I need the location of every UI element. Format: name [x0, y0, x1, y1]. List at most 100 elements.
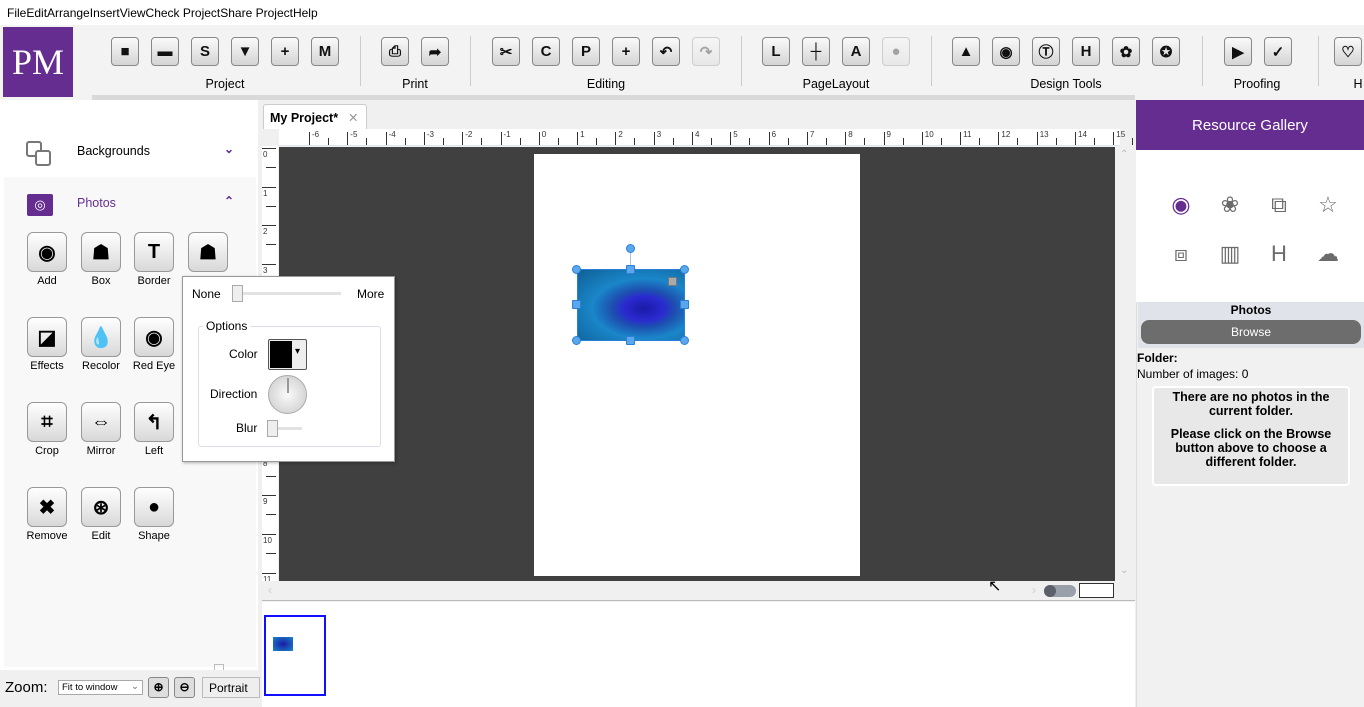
- scroll-up-icon[interactable]: ⌃: [1120, 149, 1128, 160]
- sparkle-star-icon[interactable]: ☆: [1313, 190, 1343, 220]
- layouts-icon[interactable]: ⧈: [1166, 239, 1196, 269]
- new-page-button[interactable]: +: [271, 37, 299, 66]
- flower-button[interactable]: ✿: [1112, 37, 1140, 66]
- menu-view[interactable]: View: [120, 6, 146, 20]
- lotus-icon[interactable]: ❀: [1215, 190, 1245, 220]
- tool-crop-button[interactable]: ⌗: [27, 402, 67, 442]
- tool-red-eye-button[interactable]: ◉: [134, 317, 174, 357]
- template-icon[interactable]: ▥: [1215, 239, 1245, 269]
- direction-dial[interactable]: [268, 375, 307, 414]
- tool-edit-button[interactable]: ⊛: [81, 487, 121, 527]
- copy-button[interactable]: C: [532, 37, 560, 66]
- redo-button[interactable]: ↷: [692, 37, 720, 66]
- share-button[interactable]: ➦: [421, 37, 449, 66]
- rotate-handle[interactable]: [626, 244, 635, 253]
- backgrounds-header[interactable]: Backgrounds: [77, 144, 150, 158]
- chevron-down-icon[interactable]: ⌄: [224, 142, 234, 156]
- zoom-in-button[interactable]: ⊕: [148, 677, 169, 698]
- menu-arrange[interactable]: Arrange: [47, 6, 90, 20]
- tool-shadow-button[interactable]: ☗: [188, 232, 228, 272]
- resize-handle-n[interactable]: [626, 265, 635, 274]
- backgrounds-icon[interactable]: ⧉: [1264, 190, 1294, 220]
- printer-button[interactable]: ⎙: [381, 37, 409, 66]
- preview-button[interactable]: ▶: [1224, 37, 1252, 66]
- save-button[interactable]: S: [191, 37, 219, 66]
- m-page-button[interactable]: M: [311, 37, 339, 66]
- tool-box-button[interactable]: ☗: [81, 232, 121, 272]
- chevron-up-icon[interactable]: ⌃: [224, 194, 234, 208]
- tab-my-project[interactable]: My Project* ✕: [263, 104, 367, 129]
- star-button[interactable]: ✪: [1152, 37, 1180, 66]
- horizontal-scrollbar[interactable]: ‹ ›: [262, 581, 1135, 601]
- tool-mirror-button[interactable]: ⇔: [81, 402, 121, 442]
- orientation-button[interactable]: Portrait: [202, 677, 260, 698]
- tool-left-button[interactable]: ↰: [134, 402, 174, 442]
- group-label-project: Project: [205, 77, 245, 91]
- shadow-amount-slider[interactable]: [233, 292, 341, 295]
- camera-icon[interactable]: ◉: [1166, 190, 1196, 220]
- menu-edit[interactable]: Edit: [26, 6, 47, 20]
- open-folder-button[interactable]: ▬: [151, 37, 179, 66]
- zoom-out-button[interactable]: ⊖: [174, 677, 195, 698]
- tool-remove-button[interactable]: ✖: [27, 487, 67, 527]
- menu-help[interactable]: Help: [293, 6, 318, 20]
- photos-header[interactable]: Photos: [77, 196, 116, 210]
- tool-recolor-button[interactable]: 💧: [81, 317, 121, 357]
- add-icon: +: [621, 43, 631, 60]
- layout-icon: L: [771, 43, 781, 60]
- ruler-minor-tick: [749, 138, 751, 145]
- panel-resize-handle[interactable]: [214, 664, 224, 670]
- scroll-down-icon[interactable]: ⌄: [1120, 565, 1128, 576]
- lock-icon[interactable]: [668, 277, 677, 286]
- guides-button[interactable]: ┼: [802, 37, 830, 66]
- zoom-percent-box[interactable]: [1079, 583, 1114, 598]
- zoom-select[interactable]: Fit to window ⌄: [58, 680, 143, 695]
- close-tab-icon[interactable]: ✕: [348, 110, 358, 125]
- resize-handle-w[interactable]: [572, 300, 581, 309]
- shadow-amount-thumb[interactable]: [232, 285, 243, 302]
- blur-thumb[interactable]: [267, 420, 278, 437]
- text-align-button[interactable]: A: [842, 37, 870, 66]
- scroll-right-icon[interactable]: ›: [1032, 583, 1036, 597]
- browse-button[interactable]: Browse: [1141, 320, 1361, 344]
- menu-insert[interactable]: Insert: [90, 6, 120, 20]
- zoom-slider[interactable]: [1044, 585, 1076, 597]
- layout-button[interactable]: L: [762, 37, 790, 66]
- spellcheck-button[interactable]: ✓: [1264, 37, 1292, 66]
- add-button[interactable]: +: [612, 37, 640, 66]
- vertical-scrollbar[interactable]: ⌃ ⌄: [1115, 147, 1135, 581]
- page-thumbnail[interactable]: [264, 615, 326, 696]
- resize-handle-sw[interactable]: [572, 336, 581, 345]
- resize-handle-e[interactable]: [680, 300, 689, 309]
- camera-button[interactable]: ◉: [992, 37, 1020, 66]
- resize-handle-nw[interactable]: [572, 265, 581, 274]
- scroll-left-icon[interactable]: ‹: [268, 583, 272, 597]
- zoom-slider-thumb[interactable]: [1044, 585, 1056, 597]
- selected-photo[interactable]: [577, 269, 685, 341]
- tool-shape-button[interactable]: ●: [134, 487, 174, 527]
- tool-add-button[interactable]: ◉: [27, 232, 67, 272]
- page[interactable]: [534, 154, 860, 576]
- resize-handle-ne[interactable]: [680, 265, 689, 274]
- paste-button[interactable]: P: [572, 37, 600, 66]
- menu-check-project[interactable]: Check Project: [146, 6, 221, 20]
- camera-icon: ◉: [38, 241, 56, 264]
- menu-share-project[interactable]: Share Project: [220, 6, 293, 20]
- color-picker[interactable]: ▾: [268, 339, 307, 370]
- resize-handle-s[interactable]: [626, 336, 635, 345]
- new-project-button[interactable]: ■: [111, 37, 139, 66]
- rotate-page-button[interactable]: ●: [882, 37, 910, 66]
- tool-effects-button[interactable]: ◪: [27, 317, 67, 357]
- heading-icon[interactable]: H: [1264, 239, 1294, 269]
- web-cloud-icon[interactable]: ☁: [1313, 239, 1343, 269]
- menu-file[interactable]: File: [7, 6, 26, 20]
- text-button[interactable]: Ⓣ: [1032, 37, 1060, 66]
- heading-button[interactable]: H: [1072, 37, 1100, 66]
- undo-button[interactable]: ↶: [652, 37, 680, 66]
- lightbulb-button[interactable]: ♡: [1334, 37, 1362, 66]
- download-button[interactable]: ▼: [231, 37, 259, 66]
- tool-border-button[interactable]: T: [134, 232, 174, 272]
- image-button[interactable]: ▲: [952, 37, 980, 66]
- cut-button[interactable]: ✂: [492, 37, 520, 66]
- resize-handle-se[interactable]: [680, 336, 689, 345]
